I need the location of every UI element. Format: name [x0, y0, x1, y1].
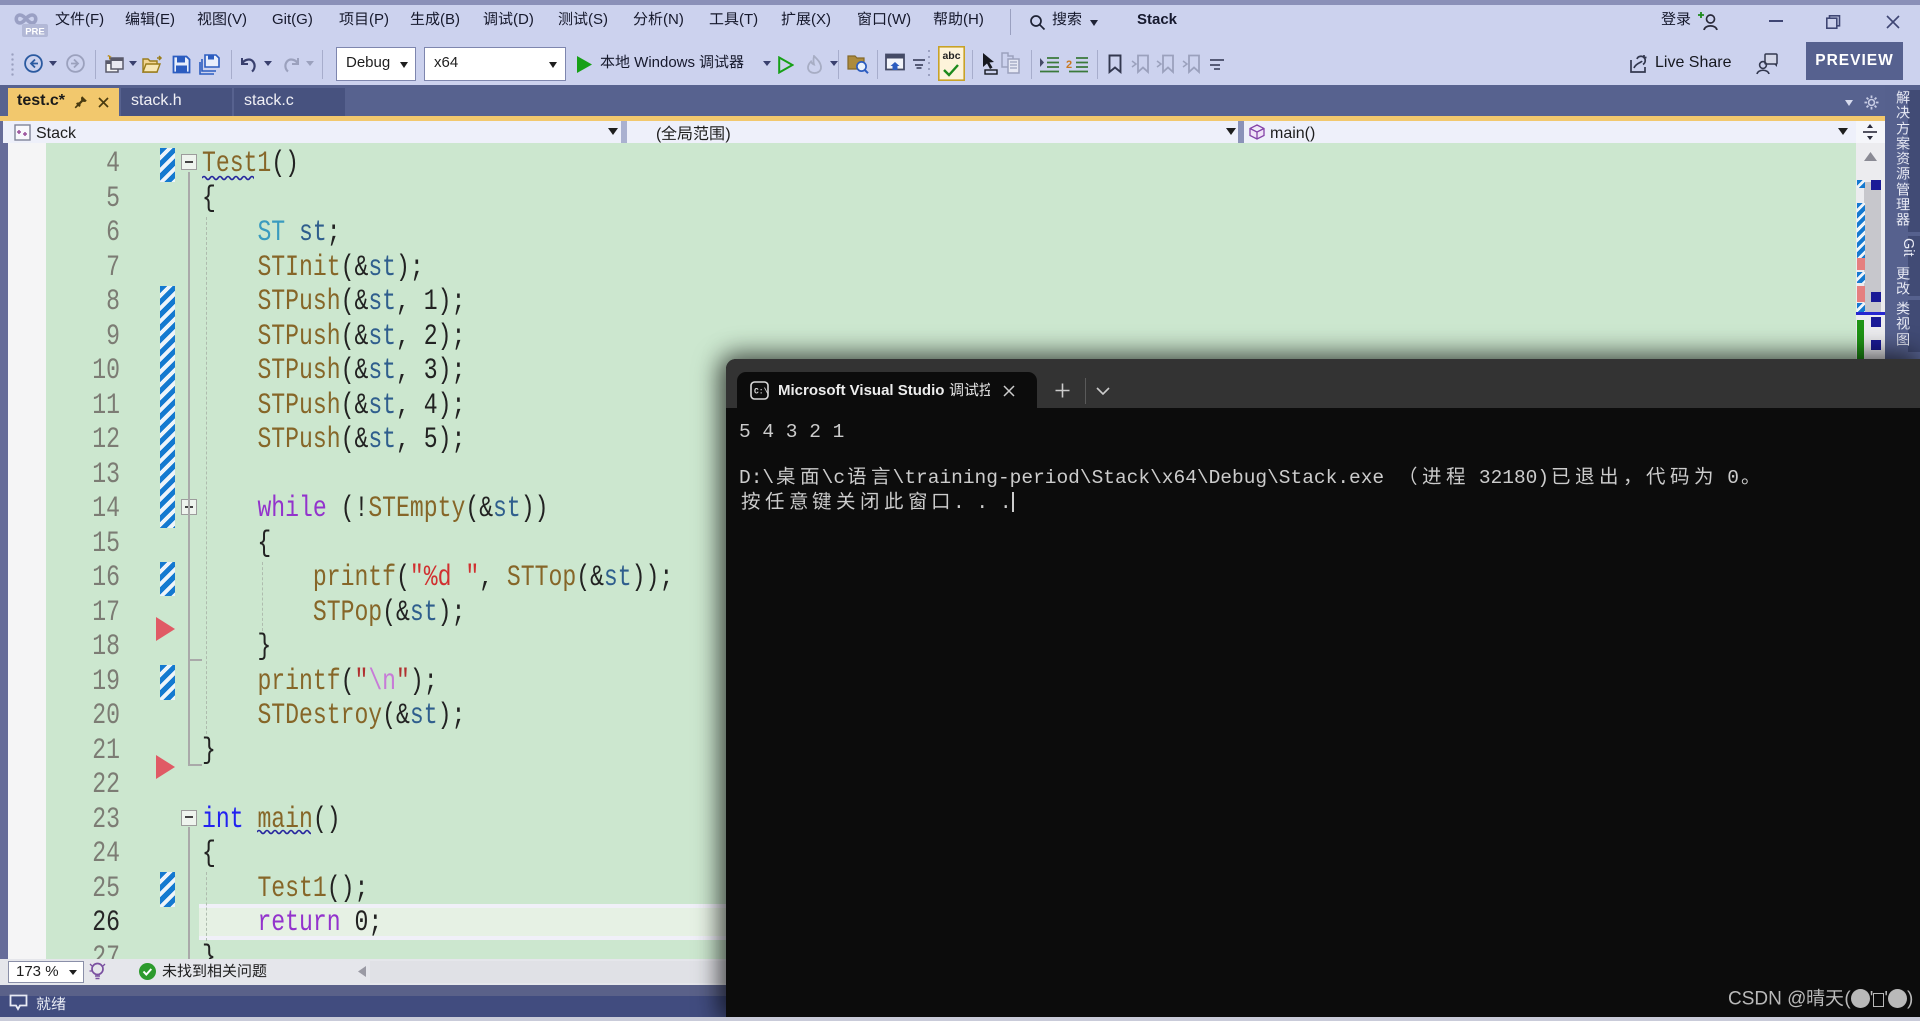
svg-text:PRE: PRE [25, 27, 45, 38]
svg-text:abc: abc [942, 50, 960, 62]
svg-text:2: 2 [1066, 59, 1072, 71]
svg-text:C:\: C:\ [754, 388, 769, 397]
